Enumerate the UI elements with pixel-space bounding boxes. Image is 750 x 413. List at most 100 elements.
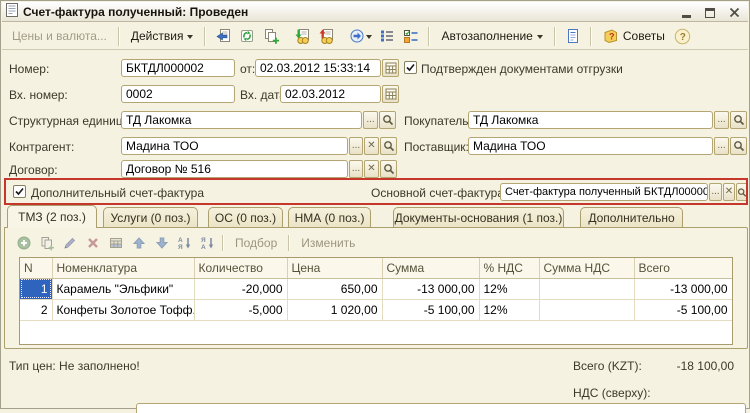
cell-total[interactable]: -5 100,00 (634, 299, 732, 320)
calendar-button[interactable] (382, 85, 399, 103)
cell-vat-sum[interactable] (539, 278, 634, 299)
edit-row-button[interactable] (58, 233, 81, 253)
actions-menu-button[interactable]: Действия (126, 26, 199, 46)
cell-quantity[interactable]: -5,000 (194, 299, 287, 320)
svg-text:?: ? (680, 32, 686, 43)
column-header-n[interactable]: N (20, 258, 52, 278)
structural-unit-label: Структурная единица: (9, 114, 133, 128)
toolbar-separator (590, 27, 592, 46)
sort-descending-button[interactable]: ЯА (196, 233, 219, 253)
clear-button[interactable]: ✕ (364, 160, 379, 178)
structural-unit-field[interactable]: ТД Лакомка (121, 111, 362, 129)
contractor-label: Контрагент: (9, 140, 74, 154)
minimize-button[interactable] (680, 6, 692, 18)
in-date-field[interactable]: 02.03.2012 (280, 85, 381, 103)
supplier-field[interactable]: Мадина ТОО (468, 137, 713, 155)
column-header-quantity[interactable]: Количество (194, 258, 287, 278)
items-table: N Номенклатура Количество Цена Сумма % Н… (19, 257, 733, 345)
cell-price[interactable]: 1 020,00 (287, 299, 382, 320)
move-up-button[interactable] (127, 233, 150, 253)
lookup-button[interactable] (730, 137, 747, 155)
comment-field[interactable] (136, 403, 746, 413)
document-structure-button[interactable] (376, 25, 398, 47)
copy-document-button[interactable] (260, 25, 282, 47)
cell-nomenclature[interactable]: Карамель "Эльфики" (52, 278, 194, 299)
choose-button[interactable]: ... (349, 137, 363, 155)
lookup-button[interactable] (380, 160, 397, 178)
choose-button[interactable]: ... (363, 111, 378, 129)
column-header-total[interactable]: Всего (634, 258, 732, 278)
move-down-button[interactable] (150, 233, 173, 253)
lookup-button[interactable] (379, 111, 396, 129)
pick-button[interactable]: Подбор (227, 234, 285, 252)
column-header-nomenclature[interactable]: Номенклатура (52, 258, 194, 278)
tab-base-documents[interactable]: Документы-основания (1 поз.) (393, 207, 564, 228)
main-invoice-field[interactable]: Счет-фактура полученный БКТДЛ000001 (500, 183, 708, 201)
copy-row-button[interactable] (35, 233, 58, 253)
magnifier-icon (383, 140, 395, 152)
add-row-button[interactable] (12, 233, 35, 253)
cell-n[interactable]: 1 (20, 278, 52, 299)
in-number-field[interactable]: 0002 (121, 85, 235, 103)
table-command-bar: АЯ ЯА Подбор Изменить (12, 233, 363, 253)
unpost-document-button[interactable] (315, 25, 337, 47)
document-movements-button[interactable] (400, 25, 422, 47)
choose-button[interactable]: ... (709, 183, 722, 201)
maximize-button[interactable] (704, 6, 716, 18)
tab-nma[interactable]: НМА (0 поз.) (288, 207, 371, 228)
cell-price[interactable]: 650,00 (287, 278, 382, 299)
choose-button[interactable]: ... (714, 111, 729, 129)
date-field[interactable]: 02.03.2012 15:33:14 (255, 59, 381, 77)
number-field[interactable]: БКТДЛ000002 (121, 59, 235, 77)
column-header-vat-percent[interactable]: % НДС (479, 258, 539, 278)
column-header-vat-sum[interactable]: Сумма НДС (539, 258, 634, 278)
svg-text:Я: Я (201, 237, 206, 244)
goto-menu-button[interactable] (346, 25, 374, 47)
cell-total[interactable]: -13 000,00 (634, 278, 732, 299)
contract-field[interactable]: Договор № 516 (121, 160, 348, 178)
minimize-icon (682, 15, 691, 18)
close-button[interactable] (728, 6, 740, 18)
change-button[interactable]: Изменить (293, 234, 363, 252)
document-icon (6, 3, 18, 20)
lookup-button[interactable] (380, 137, 397, 155)
cell-sum[interactable]: -13 000,00 (382, 278, 479, 299)
sort-ascending-button[interactable]: АЯ (173, 233, 196, 253)
tab-tmz[interactable]: ТМЗ (2 поз.) (7, 205, 97, 228)
report-button[interactable] (562, 25, 584, 47)
magnifier-icon (383, 163, 395, 175)
autofill-menu-button[interactable]: Автозаполнение (436, 26, 547, 46)
contractor-field[interactable]: Мадина ТОО (121, 137, 348, 155)
choose-button[interactable]: ... (714, 137, 729, 155)
lookup-button[interactable] (730, 111, 747, 129)
tab-os[interactable]: ОС (0 поз.) (208, 207, 283, 228)
cell-nomenclature[interactable]: Конфеты Золотое Тофф... (52, 299, 194, 320)
cell-n[interactable]: 2 (20, 299, 52, 320)
additional-invoice-checkbox[interactable] (13, 185, 26, 198)
clear-button[interactable]: ✕ (723, 183, 735, 201)
help-button[interactable]: ? (672, 25, 694, 47)
confirmed-checkbox-label: Подтвержден документами отгрузки (421, 62, 623, 76)
delete-row-button[interactable] (81, 233, 104, 253)
column-header-price[interactable]: Цена (287, 258, 382, 278)
confirmed-checkbox[interactable] (404, 61, 417, 74)
cell-vat-percent[interactable]: 12% (479, 299, 539, 320)
clear-button[interactable]: ✕ (364, 137, 379, 155)
cell-quantity[interactable]: -20,000 (194, 278, 287, 299)
cell-vat-sum[interactable] (539, 299, 634, 320)
cell-sum[interactable]: -5 100,00 (382, 299, 479, 320)
lookup-button[interactable] (736, 183, 748, 201)
buyer-field[interactable]: ТД Лакомка (468, 111, 713, 129)
choose-button[interactable]: ... (349, 160, 363, 178)
tab-services[interactable]: Услуги (0 поз.) (103, 207, 198, 228)
column-header-sum[interactable]: Сумма (382, 258, 479, 278)
tips-button[interactable]: ? Советы (598, 25, 670, 47)
grid-settings-button[interactable] (104, 233, 127, 253)
prices-currency-button[interactable]: Цены и валюта... (7, 26, 112, 46)
cell-vat-percent[interactable]: 12% (479, 278, 539, 299)
calendar-button[interactable] (382, 59, 399, 77)
tab-additional[interactable]: Дополнительно (580, 207, 683, 228)
refresh-button[interactable] (236, 25, 258, 47)
save-document-button[interactable] (212, 25, 234, 47)
post-document-button[interactable] (291, 25, 313, 47)
